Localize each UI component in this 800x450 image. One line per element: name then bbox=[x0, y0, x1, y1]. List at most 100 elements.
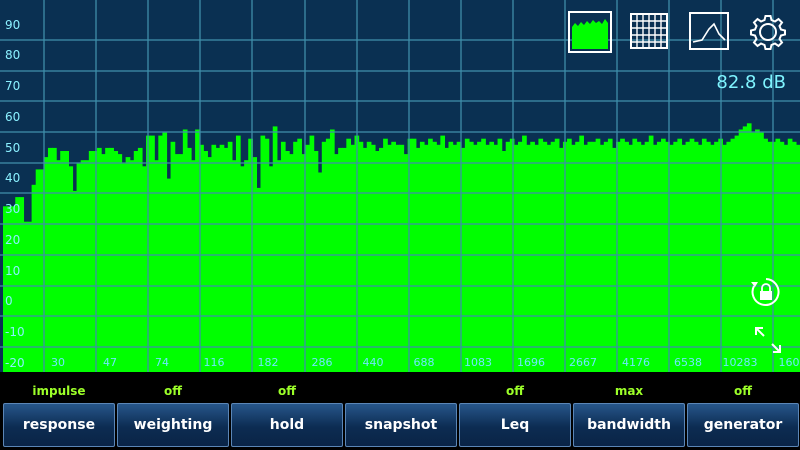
spectrum-analyzer: 90 80 70 60 50 40 30 20 10 0 -10 -20 30 47 74 116 182 28… bbox=[0, 0, 800, 372]
spectrum-bar bbox=[440, 135, 446, 372]
bandwidth-button[interactable]: bandwidth bbox=[573, 403, 685, 447]
hold-button[interactable]: hold bbox=[231, 403, 343, 447]
x-axis-label: 286 bbox=[311, 356, 333, 369]
spectrum-bar bbox=[76, 163, 82, 372]
fullscreen-button[interactable] bbox=[750, 322, 786, 358]
curve-view-icon bbox=[689, 12, 729, 50]
gear-icon bbox=[750, 15, 786, 50]
spectrum-bar bbox=[260, 135, 266, 372]
spectrum-bar bbox=[656, 141, 662, 372]
spectrum-bar bbox=[240, 166, 245, 372]
leq-button[interactable]: Leq bbox=[459, 403, 571, 447]
spectrum-bar bbox=[350, 144, 356, 372]
x-axis-label: 1696 bbox=[517, 356, 545, 369]
spectrum-bar bbox=[105, 147, 110, 372]
spectrum-bar bbox=[379, 147, 384, 372]
spectrum-bar bbox=[362, 147, 368, 372]
status-response: impulse bbox=[32, 384, 86, 398]
spectrum-bar bbox=[101, 154, 106, 372]
spectrum-bar bbox=[669, 144, 674, 372]
spectrum-bar bbox=[644, 141, 650, 372]
spectrum-bar bbox=[432, 141, 437, 372]
spectrum-bar bbox=[117, 154, 123, 372]
spectrum-bar bbox=[468, 141, 474, 372]
spectrum-bar bbox=[170, 141, 176, 372]
status-generator: off bbox=[734, 384, 752, 398]
spectrum-bar bbox=[795, 144, 800, 372]
spectrum-bar bbox=[231, 160, 237, 372]
status-hold: off bbox=[278, 384, 296, 398]
y-axis-label: 80 bbox=[5, 48, 21, 62]
spectrum-bar bbox=[530, 141, 535, 372]
spectrum-bar bbox=[391, 141, 396, 372]
spectrum-bar bbox=[309, 135, 315, 372]
spectrum-bar bbox=[203, 151, 208, 372]
spectrum-plot bbox=[0, 0, 800, 372]
x-axis-label: 182 bbox=[257, 356, 279, 369]
spectrum-bar bbox=[358, 141, 364, 372]
spectrum-bar bbox=[162, 132, 168, 372]
y-axis-label: 10 bbox=[5, 264, 21, 278]
spectrum-bar bbox=[370, 144, 376, 372]
spectrum-bar bbox=[293, 141, 298, 372]
settings-button[interactable] bbox=[746, 11, 790, 53]
spectrum-bar bbox=[317, 172, 323, 372]
spectrum-bar bbox=[150, 135, 155, 372]
spectrum-bar bbox=[31, 184, 37, 372]
spectrum-bar bbox=[722, 144, 728, 372]
spectrum-bar bbox=[60, 151, 65, 372]
spectrum-bar bbox=[726, 141, 732, 372]
spectrum-bar bbox=[546, 144, 552, 372]
spectrum-bar bbox=[72, 190, 78, 372]
x-axis-label: 116 bbox=[203, 356, 225, 369]
spectrum-bar bbox=[550, 141, 556, 372]
spectrum-bar bbox=[374, 151, 380, 372]
spectrum-bar bbox=[64, 151, 69, 372]
spectrum-bar bbox=[27, 221, 33, 372]
status-leq: off bbox=[506, 384, 524, 398]
spectrum-bar bbox=[158, 135, 163, 372]
spectrum-bar bbox=[640, 144, 646, 372]
spectrum-bar bbox=[685, 141, 691, 372]
spectrum-bar bbox=[113, 151, 119, 372]
spectrum-bar bbox=[579, 135, 584, 372]
spectrum-view-button[interactable] bbox=[568, 11, 612, 53]
y-axis-label: 50 bbox=[5, 141, 21, 155]
spectrum-bar bbox=[489, 141, 495, 372]
response-button[interactable]: response bbox=[3, 403, 115, 447]
status-bandwidth: max bbox=[614, 384, 644, 398]
spectrum-bar bbox=[268, 166, 274, 372]
spectrum-bar bbox=[154, 160, 159, 372]
spectrum-bar bbox=[542, 141, 548, 372]
spectrum-bar bbox=[23, 221, 29, 372]
curve-view-button[interactable] bbox=[688, 11, 732, 53]
rotation-lock-button[interactable] bbox=[748, 274, 784, 310]
x-axis-label: 440 bbox=[362, 356, 384, 369]
spectrum-bar bbox=[636, 141, 642, 372]
y-axis-label: 20 bbox=[5, 233, 21, 247]
spectrum-bar bbox=[587, 141, 593, 372]
spectrum-bar bbox=[256, 187, 262, 372]
spectrum-bar bbox=[366, 141, 372, 372]
spectrum-bar bbox=[182, 129, 188, 372]
x-axis-label: 688 bbox=[413, 356, 435, 369]
spectrum-bar bbox=[517, 141, 523, 372]
spectrum-bar bbox=[137, 147, 143, 372]
spectrum-bar bbox=[387, 144, 392, 372]
spectrum-bar bbox=[526, 144, 531, 372]
weighting-button[interactable]: weighting bbox=[117, 403, 229, 447]
spectrogram-view-button[interactable] bbox=[628, 11, 672, 53]
y-axis-label: 60 bbox=[5, 110, 21, 124]
spectrum-bar bbox=[285, 151, 290, 372]
generator-button[interactable]: generator bbox=[687, 403, 799, 447]
spectrum-bar bbox=[211, 144, 217, 372]
spectrum-bar bbox=[129, 160, 135, 372]
spectrum-bar bbox=[186, 147, 192, 372]
y-axis-label: -20 bbox=[5, 356, 25, 370]
spectrum-bar bbox=[178, 154, 184, 372]
x-axis-label: 4176 bbox=[622, 356, 650, 369]
spectrum-bar bbox=[648, 135, 654, 372]
spectrum-bar bbox=[575, 141, 580, 372]
snapshot-button[interactable]: snapshot bbox=[345, 403, 457, 447]
spectrum-bar bbox=[571, 144, 576, 372]
